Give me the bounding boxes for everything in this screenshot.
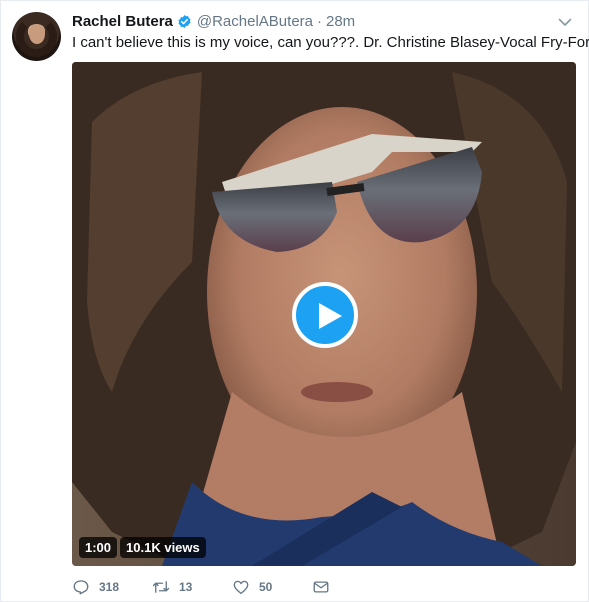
play-button[interactable] — [292, 282, 358, 348]
video-view-count: 10.1K views — [120, 537, 206, 558]
like-button[interactable]: 50 — [232, 577, 272, 597]
avatar-face — [29, 24, 45, 44]
direct-message-button[interactable] — [312, 577, 330, 597]
avatar[interactable] — [12, 12, 61, 61]
separator-dot: · — [317, 12, 322, 30]
retweet-count: 13 — [179, 580, 193, 594]
display-name[interactable]: Rachel Butera — [72, 13, 173, 30]
tweet-actions: 318 13 50 — [72, 577, 372, 597]
reply-icon — [73, 580, 89, 595]
heart-icon — [233, 580, 249, 595]
retweet-button[interactable]: 13 — [152, 577, 192, 597]
tweet-card[interactable]: Rachel Butera @RachelAButera · 28m I can… — [0, 0, 589, 602]
tweet-header: Rachel Butera @RachelAButera · 28m — [72, 11, 355, 31]
video-duration: 1:00 — [79, 537, 118, 558]
reply-count: 318 — [99, 580, 120, 594]
envelope-icon — [313, 581, 329, 593]
chevron-down-icon[interactable] — [557, 14, 573, 30]
verified-badge-icon — [178, 14, 191, 28]
video-player[interactable]: 1:00 10.1K views — [72, 62, 576, 566]
tweet-text: I can't believe this is my voice, can yo… — [72, 34, 589, 51]
play-icon — [319, 303, 342, 329]
user-handle[interactable]: @RachelAButera — [197, 13, 313, 30]
reply-button[interactable]: 318 — [72, 577, 119, 597]
like-count: 50 — [259, 580, 273, 594]
video-info-badges: 1:00 10.1K views — [79, 537, 206, 558]
tweet-timestamp[interactable]: 28m — [326, 13, 355, 30]
retweet-icon — [152, 581, 170, 593]
